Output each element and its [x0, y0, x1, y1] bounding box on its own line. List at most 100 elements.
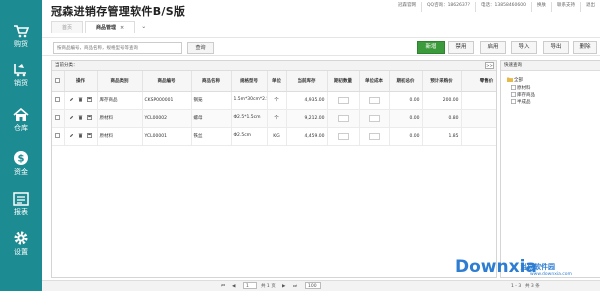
sidebar-item-label: 仓库: [14, 124, 28, 132]
delete-button[interactable]: 删除: [573, 41, 597, 54]
initial-qty-cell[interactable]: [327, 91, 360, 110]
file-icon: [511, 99, 516, 105]
column-header[interactable]: 商品类别: [97, 71, 143, 92]
export-button[interactable]: 导出: [543, 41, 569, 54]
category-cell: 库存商品: [97, 91, 143, 110]
collapse-icon[interactable]: >>: [485, 62, 494, 69]
tree-node-all[interactable]: 全部: [507, 77, 523, 84]
sidebar-item-funds[interactable]: $ 资金: [0, 146, 42, 180]
tree-node-raw-materials[interactable]: 原材料: [511, 85, 531, 92]
quick-search-panel: 快速查询 全部 原材料 库存商品 半成品: [500, 60, 600, 278]
cart-icon: [14, 25, 29, 38]
table-row[interactable]: 库存商品 CKSP000001 钢笼 1.5m*30cm*2.5m 个 4,93…: [52, 91, 496, 110]
checkbox[interactable]: [55, 77, 61, 83]
first-page-icon[interactable]: ⏮: [221, 283, 225, 290]
column-header[interactable]: 当前库存: [286, 71, 328, 92]
initial-qty-input[interactable]: [337, 132, 349, 140]
product-table: 操作 商品类别 商品编号 商品名称 规格型号 单位 当前库存 期初数量 单位成本…: [52, 71, 496, 146]
logout-link[interactable]: 退出: [580, 2, 600, 12]
official-site-link[interactable]: 冠森官网: [393, 2, 421, 12]
delete-icon[interactable]: [78, 133, 83, 140]
skin-link[interactable]: 换肤: [531, 2, 551, 12]
tree-node-stock-goods[interactable]: 库存商品: [511, 92, 535, 99]
column-header[interactable]: 单位成本: [359, 71, 390, 92]
chevron-down-icon[interactable]: ⌄: [137, 21, 150, 34]
column-header[interactable]: 期初总价: [389, 71, 423, 92]
edit-icon[interactable]: [69, 97, 74, 104]
category-cell: 原材料: [97, 109, 143, 128]
unit-cost-input[interactable]: [368, 132, 380, 140]
prev-page-icon[interactable]: ◀: [232, 283, 235, 290]
sidebar-item-purchase[interactable]: 购货: [0, 20, 42, 54]
row-actions-cell: [64, 127, 98, 146]
toolbar: 查询 新增 禁用 启用 导入 导出 删除: [42, 37, 600, 56]
edit-icon[interactable]: [69, 133, 74, 140]
initial-total-cell: 0.00: [389, 91, 423, 110]
tab-home[interactable]: 首页: [51, 21, 84, 33]
tree-node-label: 半成品: [517, 100, 531, 105]
tree-node-semi-finished[interactable]: 半成品: [511, 99, 531, 106]
row-select-cell[interactable]: [52, 127, 65, 146]
sidebar-item-label: 购货: [14, 40, 28, 48]
sidebar: 购货 销货 仓库 $ 资金 报表 设置: [0, 0, 42, 291]
row-select-cell[interactable]: [52, 109, 65, 128]
tab-product-management[interactable]: 商品管理 ×: [85, 21, 136, 33]
sidebar-item-sales[interactable]: 销货: [0, 59, 42, 93]
name-cell: 螺母: [191, 109, 232, 128]
enable-button[interactable]: 启用: [480, 41, 506, 54]
column-header[interactable]: 单位: [267, 71, 287, 92]
initial-qty-cell[interactable]: [327, 109, 360, 128]
initial-qty-input[interactable]: [337, 114, 349, 122]
column-header[interactable]: 商品名称: [191, 71, 232, 92]
sidebar-item-label: 报表: [14, 208, 28, 216]
code-cell: YCL00001: [142, 127, 192, 146]
sidebar-item-warehouse[interactable]: 仓库: [0, 104, 42, 138]
unit-cost-input[interactable]: [368, 114, 380, 122]
purchase-price-cell: 1.85: [422, 127, 462, 146]
table-row[interactable]: 原材料 YCL00001 铁丝 Φ2.5cm KG 4,459.00 0.00 …: [52, 127, 496, 146]
sidebar-item-label: 资金: [14, 168, 28, 176]
folder-icon: [507, 77, 513, 82]
search-button[interactable]: 查询: [187, 42, 214, 54]
column-header[interactable]: 商品编号: [142, 71, 192, 92]
page-size-select[interactable]: 100: [305, 282, 321, 289]
unit-cost-input[interactable]: [368, 96, 380, 104]
next-page-icon[interactable]: ▶: [282, 283, 285, 290]
table-row[interactable]: 原材料 YCL00002 螺母 Φ2.5*1.5cm 个 9,212.00 0.…: [52, 109, 496, 128]
unit-cost-cell[interactable]: [359, 91, 390, 110]
save-icon[interactable]: [87, 96, 93, 104]
initial-qty-cell[interactable]: [327, 127, 360, 146]
add-button[interactable]: 新增: [417, 41, 445, 54]
unit-cost-cell[interactable]: [359, 127, 390, 146]
search-input[interactable]: [53, 42, 182, 54]
column-header[interactable]: 期初数量: [327, 71, 360, 92]
column-header[interactable]: 规格型号: [231, 71, 268, 92]
unit-cell: 个: [267, 109, 287, 128]
save-icon[interactable]: [87, 114, 93, 122]
support-link[interactable]: 联系支持: [551, 2, 580, 12]
column-header[interactable]: 零售价: [461, 71, 496, 92]
delete-icon[interactable]: [78, 97, 83, 104]
page-number-input[interactable]: 1: [243, 282, 257, 289]
column-header[interactable]: 预计采购价: [422, 71, 462, 92]
checkbox[interactable]: [55, 115, 61, 120]
initial-qty-input[interactable]: [337, 96, 349, 104]
save-icon[interactable]: [87, 132, 93, 140]
unit-cost-cell[interactable]: [359, 109, 390, 128]
sidebar-item-settings[interactable]: 设置: [0, 226, 42, 260]
checkbox[interactable]: [55, 133, 61, 138]
tree-node-label: 原材料: [517, 86, 531, 91]
import-button[interactable]: 导入: [511, 41, 537, 54]
qq-consult-link[interactable]: QQ咨询：1862637?: [420, 2, 475, 12]
edit-icon[interactable]: [69, 115, 74, 122]
delete-icon[interactable]: [78, 115, 83, 122]
last-page-icon[interactable]: ⏭: [293, 283, 297, 290]
select-all-header[interactable]: [52, 71, 65, 92]
close-icon[interactable]: ×: [120, 25, 124, 31]
sidebar-item-reports[interactable]: 报表: [0, 188, 42, 222]
checkbox[interactable]: [55, 97, 61, 102]
category-cell: 原材料: [97, 127, 143, 146]
row-select-cell[interactable]: [52, 91, 65, 110]
disable-button[interactable]: 禁用: [448, 41, 474, 54]
watermark-url: www.downxia.com: [530, 272, 572, 277]
